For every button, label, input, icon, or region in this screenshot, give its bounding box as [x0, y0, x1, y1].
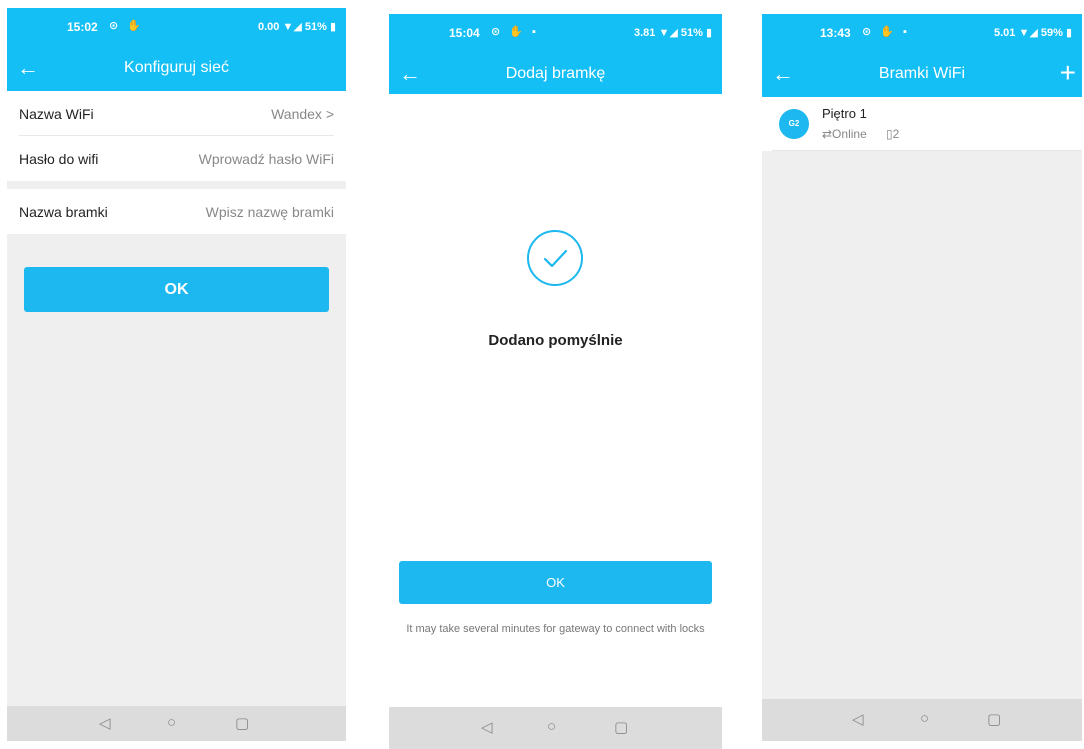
- nav-back-icon[interactable]: ◁: [481, 718, 493, 736]
- system-nav-bar: ◁ ○ ▢: [762, 699, 1082, 741]
- app-bar: ← Bramki WiFi +: [762, 52, 1082, 97]
- screen-add-gateway: 15:04 ⊙ ✋ ▪ 3.81 ▼◢ 51% ▮ ← Dodaj bramkę…: [389, 14, 722, 749]
- config-form: Nazwa WiFi Wandex > Hasło do wifi Wprowa…: [7, 91, 346, 234]
- gateway-name-input[interactable]: Wpisz nazwę bramki: [206, 204, 334, 220]
- screen-network-config: 15:02 ⊙ ✋ 0.00 ▼◢ 51% ▮ ← Konfiguruj sie…: [7, 8, 346, 741]
- gateway-list-item[interactable]: G2 Piętro 1 ⇄Online ▯2: [762, 97, 1082, 151]
- status-icons: ⊙ ✋ ▪: [491, 26, 539, 38]
- status-bar: 15:04 ⊙ ✋ ▪ 3.81 ▼◢ 51% ▮: [389, 14, 722, 52]
- status-icons: ⊙ ✋: [109, 20, 144, 32]
- success-message: Dodano pomyślnie: [488, 332, 623, 349]
- status-right: 3.81 ▼◢ 51% ▮: [634, 27, 712, 39]
- nav-back-icon[interactable]: ◁: [852, 710, 864, 728]
- status-time: 13:43: [820, 26, 851, 40]
- gateway-icon: G2: [779, 109, 809, 139]
- status-bar: 13:43 ⊙ ✋ ▪ 5.01 ▼◢ 59% ▮: [762, 14, 1082, 52]
- wifi-name-row[interactable]: Nazwa WiFi Wandex >: [7, 91, 346, 136]
- gateway-name: Piętro 1: [822, 106, 867, 121]
- status-time: 15:02: [67, 20, 98, 34]
- system-nav-bar: ◁ ○ ▢: [389, 707, 722, 749]
- nav-home-icon[interactable]: ○: [167, 714, 176, 731]
- gateway-name-row[interactable]: Nazwa bramki Wpisz nazwę bramki: [7, 189, 346, 234]
- add-gateway-plus-icon[interactable]: +: [1060, 57, 1076, 89]
- page-title: Bramki WiFi: [878, 65, 966, 82]
- app-bar: ← Dodaj bramkę: [389, 52, 722, 94]
- nav-back-icon[interactable]: ◁: [99, 714, 111, 732]
- wifi-name-value: Wandex >: [271, 106, 334, 122]
- screen-wifi-gateways: 13:43 ⊙ ✋ ▪ 5.01 ▼◢ 59% ▮ ← Bramki WiFi …: [762, 14, 1082, 741]
- nav-recent-icon[interactable]: ▢: [614, 718, 628, 736]
- status-bar: 15:02 ⊙ ✋ 0.00 ▼◢ 51% ▮: [7, 8, 346, 46]
- divider: [772, 150, 1082, 151]
- ok-button[interactable]: OK: [24, 267, 329, 312]
- wifi-password-label: Hasło do wifi: [19, 151, 99, 167]
- status-right: 0.00 ▼◢ 51% ▮: [258, 21, 336, 33]
- status-icons: ⊙ ✋ ▪: [862, 26, 910, 38]
- ok-button[interactable]: OK: [399, 561, 712, 604]
- gateway-note: It may take several minutes for gateway …: [406, 623, 705, 635]
- wifi-password-input[interactable]: Wprowadź hasło WiFi: [199, 151, 334, 167]
- system-nav-bar: ◁ ○ ▢: [7, 706, 346, 741]
- page-title: Konfiguruj sieć: [124, 59, 229, 76]
- nav-home-icon[interactable]: ○: [547, 718, 556, 735]
- status-time: 15:04: [449, 26, 480, 40]
- wifi-name-label: Nazwa WiFi: [19, 106, 94, 122]
- content-area: Dodano pomyślnie OK It may take several …: [389, 94, 722, 714]
- page-title: Dodaj bramkę: [505, 65, 606, 82]
- gateway-lock-count: ▯2: [886, 127, 900, 141]
- wifi-password-row[interactable]: Hasło do wifi Wprowadź hasło WiFi: [7, 136, 346, 181]
- nav-recent-icon[interactable]: ▢: [235, 714, 249, 732]
- gateway-status: ⇄Online: [822, 127, 867, 141]
- app-bar: ← Konfiguruj sieć: [7, 46, 346, 91]
- check-circle-icon: [527, 230, 583, 286]
- nav-recent-icon[interactable]: ▢: [987, 710, 1001, 728]
- gateway-name-label: Nazwa bramki: [19, 204, 108, 220]
- status-right: 5.01 ▼◢ 59% ▮: [994, 27, 1072, 39]
- nav-home-icon[interactable]: ○: [920, 710, 929, 727]
